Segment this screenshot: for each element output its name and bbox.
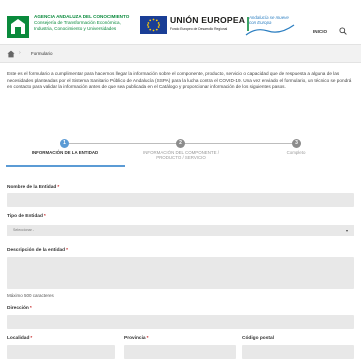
intro-text: Este es el formulario a cumplimentar par… <box>7 71 352 90</box>
city-input[interactable] <box>7 345 115 359</box>
step-3-label[interactable]: Completo <box>270 150 322 155</box>
required-mark: * <box>43 214 46 219</box>
entity-name-label-text: Nombre de la Entidad <box>7 185 57 190</box>
eu-flag-icon <box>140 16 167 34</box>
required-mark: * <box>29 306 32 311</box>
required-mark: * <box>66 248 68 253</box>
entity-type-value: Seleccionar - <box>13 228 34 232</box>
entity-type-label: Tipo de Entidad* <box>7 214 46 219</box>
active-step-underline <box>6 165 125 167</box>
address-label-text: Dirección <box>7 306 29 311</box>
city-label-text: Localidad <box>7 336 30 341</box>
chevron-right-icon: › <box>19 50 21 56</box>
step-2-indicator[interactable]: 2 <box>176 139 185 148</box>
description-label-text: Descripción de la entidad <box>7 248 66 253</box>
description-help: Máximo 500 caracteres <box>7 293 54 298</box>
breadcrumb: › Formulario <box>0 44 361 63</box>
province-label: Provincia* <box>124 336 148 341</box>
city-label: Localidad* <box>7 336 32 341</box>
step-1-indicator[interactable]: 1 <box>60 139 69 148</box>
address-input[interactable] <box>7 315 354 329</box>
step-2-label[interactable]: INFORMACIÓN DEL COMPONENTE / PRODUCTO / … <box>130 150 232 161</box>
province-label-text: Provincia <box>124 336 146 341</box>
entity-type-label-text: Tipo de Entidad <box>7 214 43 219</box>
required-mark: * <box>57 185 60 190</box>
entity-name-input[interactable] <box>7 193 354 207</box>
eu-subtitle: Fondo Europeo de Desarrollo Regional <box>170 27 228 31</box>
province-input[interactable] <box>124 345 236 359</box>
postal-code-label: Código postal <box>242 336 274 341</box>
required-mark: * <box>30 336 33 341</box>
breadcrumb-current: Formulario <box>31 51 53 56</box>
step-1-label[interactable]: INFORMACIÓN DE LA ENTIDAD <box>14 150 116 155</box>
chevron-down-icon: ▾ <box>345 228 348 233</box>
entity-form: Nombre de la Entidad* Tipo de Entidad* S… <box>0 176 361 361</box>
eu-title: UNIÓN EUROPEA <box>170 15 246 25</box>
address-label: Dirección* <box>7 306 32 311</box>
site-header: AGENCIA ANDALUZA DEL CONOCIMIENTO Consej… <box>0 0 361 44</box>
postal-code-label-text: Código postal <box>242 336 274 341</box>
org-department: Consejería de Transformación Económica, … <box>34 20 121 31</box>
description-label: Descripción de la entidad* <box>7 248 68 253</box>
nav-home-link[interactable]: INICIO <box>313 29 327 34</box>
entity-type-select[interactable]: Seleccionar - ▾ <box>7 225 354 236</box>
org-block: AGENCIA ANDALUZA DEL CONOCIMIENTO Consej… <box>34 14 136 31</box>
andalucia-tagline: Andalucía se mueve con Europa <box>249 15 289 26</box>
description-textarea[interactable] <box>7 257 354 289</box>
entity-name-label: Nombre de la Entidad* <box>7 185 59 190</box>
home-icon[interactable] <box>7 50 15 58</box>
junta-logo-icon[interactable] <box>7 16 29 38</box>
search-icon[interactable] <box>339 27 347 35</box>
form-stepper: 1 2 3 INFORMACIÓN DE LA ENTIDAD INFORMAC… <box>0 136 361 170</box>
postal-code-input[interactable] <box>242 345 354 359</box>
step-3-indicator[interactable]: 3 <box>292 139 301 148</box>
required-mark: * <box>146 336 149 341</box>
